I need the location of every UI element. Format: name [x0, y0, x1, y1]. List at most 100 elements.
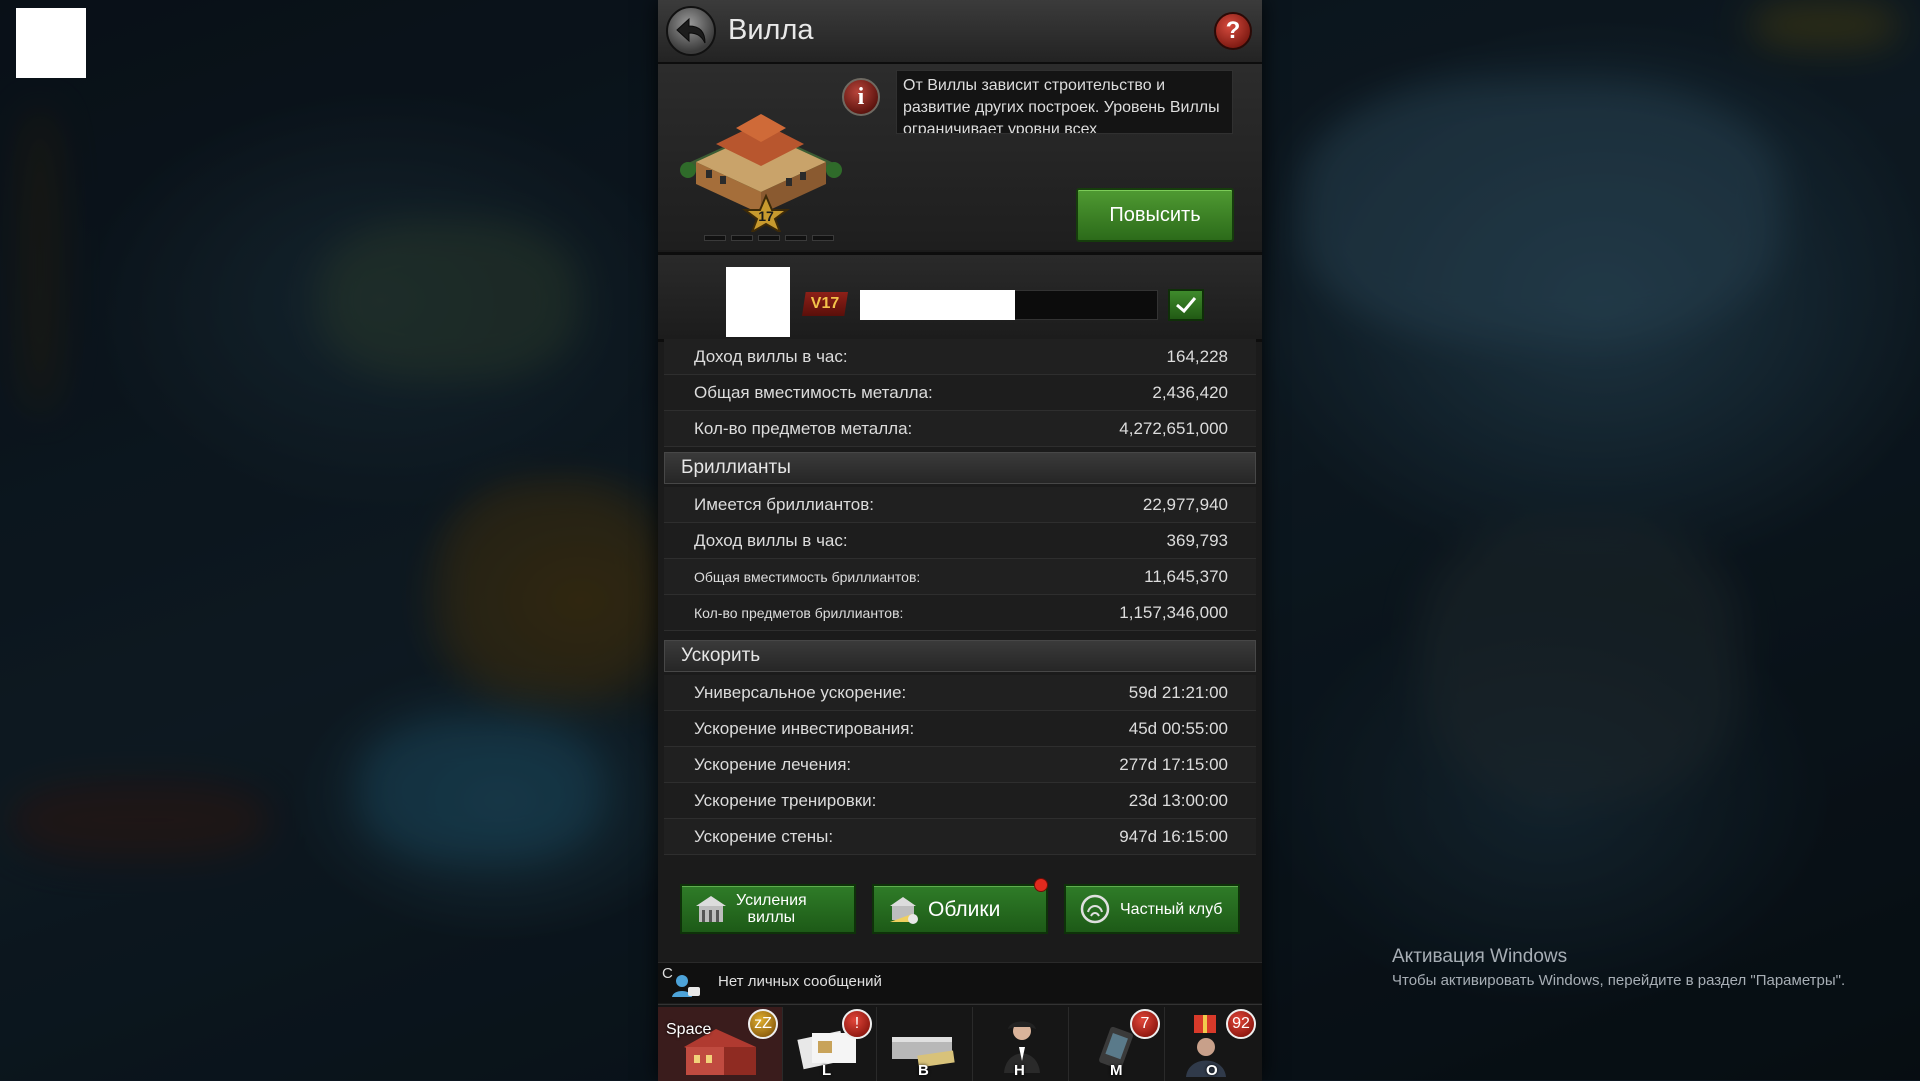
villa-level-badge: 17 [758, 208, 774, 224]
vip-avatar-redacted [726, 267, 790, 337]
notification-dot [1034, 878, 1048, 892]
tab-h-label: H [1014, 1062, 1025, 1079]
checkmark-icon [1176, 297, 1197, 314]
villa-building-image: 17 [680, 114, 842, 232]
sleep-badge: zZ [748, 1009, 778, 1039]
mail-count-text: 7 [1140, 1015, 1150, 1032]
stat-label: Ускорение лечения: [694, 755, 852, 774]
stat-value: 164,228 [1166, 347, 1228, 366]
stat-row: Ускорение инвестирования: 45d 00:55:00 [664, 711, 1256, 747]
tab-l-label: L [822, 1062, 832, 1079]
gift-count-badge: 92 [1226, 1009, 1256, 1039]
action-buttons: Усиления виллы Облики Частный клуб [658, 878, 1262, 936]
stat-row: Ускорение тренировки: 23d 13:00:00 [664, 783, 1256, 819]
stat-value: 45d 00:55:00 [1128, 719, 1228, 738]
stat-value: 23d 13:00:00 [1128, 791, 1228, 810]
stat-row: Кол-во предметов металла: 4,272,651,000 [664, 411, 1256, 447]
back-arrow-icon [676, 17, 706, 44]
vip-level-badge: V17 [802, 292, 848, 316]
alert-badge-text: ! [854, 1015, 860, 1032]
tab-l[interactable]: L ! [782, 1007, 877, 1081]
gift-count-text: 92 [1232, 1015, 1250, 1032]
tab-o[interactable]: O 92 [1166, 1007, 1260, 1081]
message-bar[interactable]: C Нет личных сообщений [658, 962, 1262, 1003]
stat-row: Имеется бриллиантов: 22,977,940 [664, 487, 1256, 523]
vip-row: V17 [658, 252, 1262, 342]
tab-o-label: O [1206, 1062, 1218, 1079]
villa-icon [696, 896, 726, 922]
tab-b[interactable]: B [878, 1007, 973, 1081]
diamonds-header: Бриллианты [664, 452, 1256, 484]
player-avatar-redacted [16, 8, 86, 78]
stat-row: Общая вместимость металла: 2,436,420 [664, 375, 1256, 411]
info-button[interactable]: i [842, 78, 880, 116]
vip-details-button[interactable] [1168, 289, 1204, 321]
stat-row: Универсальное ускорение: 59d 21:21:00 [664, 675, 1256, 711]
tab-b-label: B [918, 1062, 929, 1079]
tab-m[interactable]: M 7 [1070, 1007, 1165, 1081]
page-title: Вилла [728, 14, 814, 46]
speedups-header: Ускорить [664, 640, 1256, 672]
stat-row: Ускорение лечения: 277d 17:15:00 [664, 747, 1256, 783]
stat-value: 22,977,940 [1142, 495, 1228, 514]
image-pagination [704, 235, 834, 241]
stat-row: Доход виллы в час: 164,228 [664, 339, 1256, 375]
stat-value: 59d 21:21:00 [1128, 683, 1228, 702]
stat-label: Ускорение тренировки: [694, 791, 877, 810]
stat-label: Кол-во предметов бриллиантов: [694, 605, 904, 621]
stat-row: Доход виллы в час: 369,793 [664, 523, 1256, 559]
stat-label: Ускорение инвестирования: [694, 719, 915, 738]
title-bar: Вилла ? [658, 0, 1262, 64]
speedup-stats: Универсальное ускорение: 59d 21:21:00 Уск… [664, 675, 1256, 855]
mail-count-badge: 7 [1130, 1009, 1160, 1039]
stat-label: Кол-во предметов металла: [694, 419, 913, 438]
stat-label: Общая вместимость бриллиантов: [694, 569, 921, 585]
stat-label: Универсальное ускорение: [694, 683, 907, 702]
stat-value: 4,272,651,000 [1119, 419, 1228, 438]
metal-stats: Доход виллы в час: 164,228 Общая вместимо… [664, 339, 1256, 447]
stat-label: Доход виллы в час: [694, 531, 848, 550]
stat-value: 369,793 [1166, 531, 1228, 550]
windows-activation-watermark: Активация Windows Чтобы активировать Win… [1392, 946, 1845, 989]
villa-description: От Виллы зависит строительство и развити… [896, 70, 1233, 134]
stat-row: Общая вместимость бриллиантов: 11,645,370 [664, 559, 1256, 595]
stat-label: Ускорение стены: [694, 827, 834, 846]
stat-row: Кол-во предметов бриллиантов: 1,157,346,0… [664, 595, 1256, 631]
back-button[interactable] [666, 6, 716, 56]
stat-label: Доход виллы в час: [694, 347, 848, 366]
stat-row: Ускорение стены: 947d 16:15:00 [664, 819, 1256, 855]
tab-m-label: M [1110, 1062, 1123, 1079]
villa-boosts-line1: Усиления [736, 892, 807, 909]
villa-overview: 17 i От Виллы зависит строительство и ра… [658, 64, 1262, 250]
question-icon: ? [1225, 17, 1241, 44]
no-messages-text: Нет личных сообщений [718, 973, 882, 990]
tab-h[interactable]: H [974, 1007, 1069, 1081]
tab-space-label: Space [666, 1021, 712, 1038]
stat-value: 2,436,420 [1152, 383, 1228, 402]
stat-value: 947d 16:15:00 [1119, 827, 1228, 846]
villa-boosts-button[interactable]: Усиления виллы [680, 884, 856, 934]
villa-panel: Вилла ? 17 i От Виллы зависит строительс… [658, 0, 1262, 1081]
skins-icon [890, 897, 918, 924]
stat-label: Имеется бриллиантов: [694, 495, 874, 514]
villa-boosts-label: Усиления виллы [736, 892, 807, 926]
skins-button[interactable]: Облики [872, 878, 1048, 934]
watermark-title: Активация Windows [1392, 946, 1568, 967]
help-button[interactable]: ? [1214, 12, 1252, 50]
diamond-stats: Имеется бриллиантов: 22,977,940 Доход вил… [664, 487, 1256, 631]
tab-space[interactable]: Space zZ [658, 1007, 783, 1081]
info-icon: i [857, 83, 865, 110]
skins-label: Облики [928, 897, 1001, 921]
vip-progress-redacted [860, 290, 1015, 320]
private-club-label: Частный клуб [1120, 900, 1223, 918]
upgrade-button[interactable]: Повысить [1076, 188, 1234, 242]
villa-boosts-line2: виллы [747, 909, 796, 926]
chat-user-icon [672, 975, 700, 997]
private-club-button[interactable]: Частный клуб [1064, 884, 1240, 934]
stat-value: 1,157,346,000 [1119, 603, 1228, 622]
bottom-tab-bar: Space zZ L ! B H M 7 O 92 [658, 1004, 1262, 1081]
sleep-badge-text: zZ [754, 1015, 772, 1032]
watermark-subtitle: Чтобы активировать Windows, перейдите в … [1392, 972, 1846, 989]
stat-label: Общая вместимость металла: [694, 383, 933, 402]
stat-value: 277d 17:15:00 [1119, 755, 1228, 774]
